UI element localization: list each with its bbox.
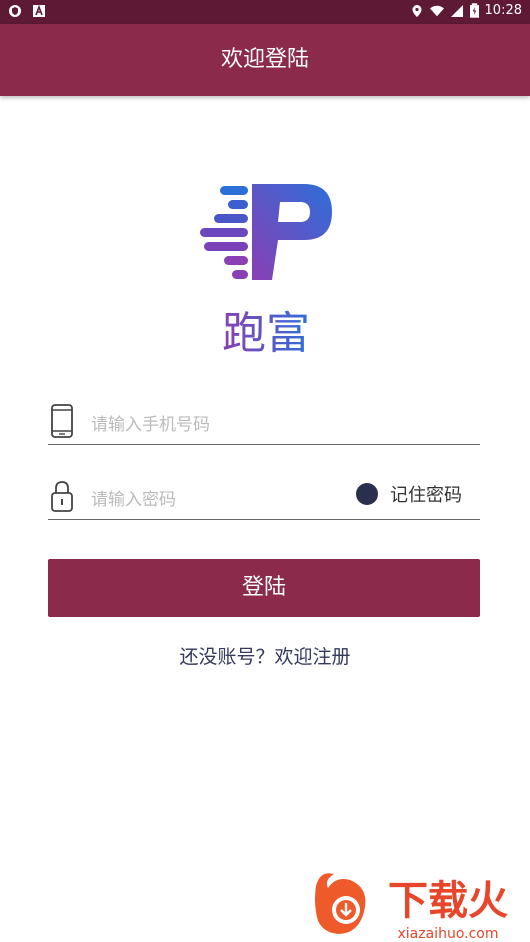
phone-input[interactable]: 请输入手机号码 — [91, 410, 210, 435]
remember-password-label: 记住密码 — [390, 485, 462, 506]
lock-icon — [51, 481, 73, 512]
battery-icon — [469, 3, 479, 18]
signal-icon — [450, 4, 463, 17]
a-icon — [33, 4, 45, 17]
remember-password-radio[interactable] — [356, 483, 378, 505]
app-bar: 欢迎登陆 — [0, 24, 530, 96]
password-field[interactable]: 请输入密码 记住密码 — [48, 467, 480, 520]
password-input[interactable]: 请输入密码 — [91, 485, 176, 510]
status-time: 10:28 — [484, 3, 522, 18]
wifi-icon — [429, 5, 444, 16]
phone-field[interactable]: 请输入手机号码 — [48, 392, 480, 445]
login-button[interactable]: 登陆 — [48, 559, 480, 617]
logo-brand-text: 跑富 — [222, 308, 310, 359]
status-bar: 10:28 — [0, 0, 530, 24]
app-logo: 跑富 — [200, 184, 332, 359]
watermark-text: 下载火 — [388, 878, 508, 924]
page-title: 欢迎登陆 — [220, 47, 309, 72]
register-link[interactable]: 还没账号？欢迎注册 — [0, 642, 530, 669]
location-icon — [412, 4, 422, 17]
phone-icon — [51, 404, 73, 438]
watermark-url: xiazaihuo.com — [398, 926, 499, 942]
watermark-logo: 下载火 xiazaihuo.com — [315, 873, 508, 942]
remember-password-toggle[interactable]: 记住密码 — [356, 481, 462, 507]
shield-icon — [9, 5, 21, 17]
